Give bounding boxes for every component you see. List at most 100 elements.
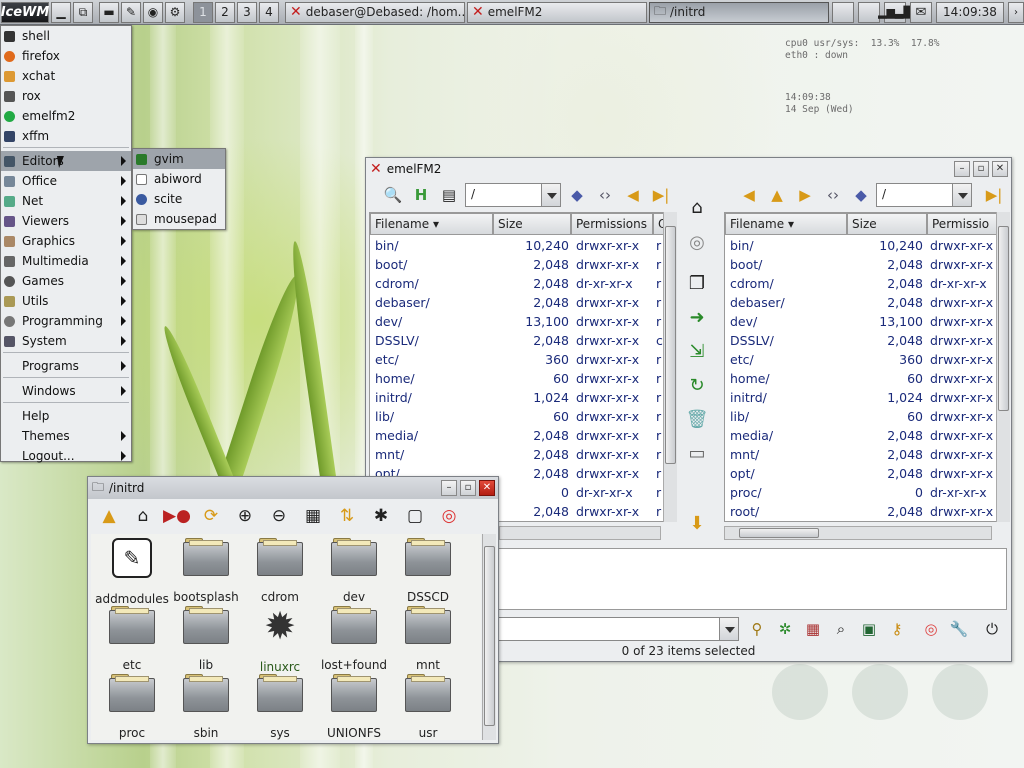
menu-item-xffm[interactable]: xffm — [1, 126, 131, 146]
history-icon[interactable]: ‹› — [594, 184, 616, 206]
right-history-icon[interactable]: ‹› — [822, 184, 844, 206]
close-button[interactable]: ✕ — [479, 480, 495, 496]
trash-icon[interactable]: 🗑 — [684, 406, 710, 432]
file-row[interactable]: etc/360 drwxr-xr-x r — [370, 350, 669, 369]
rox-file-area[interactable]: ✎ addmodules bootsplash cdrom dev DSSCD etc lib… — [91, 534, 481, 740]
search-icon[interactable]: ⌕ — [830, 618, 852, 640]
up-icon[interactable]: ▲ — [96, 504, 122, 528]
file-icon-item[interactable]: UNIONFS — [317, 674, 391, 740]
file-icon-item[interactable]: bootsplash — [169, 538, 243, 604]
file-row[interactable]: debaser/2,048 drwxr-xr-x r — [370, 293, 669, 312]
right-bookmarks-icon[interactable]: ◆ — [850, 184, 872, 206]
file-row[interactable]: initrd/1,024 drwxr-xr-x — [725, 388, 997, 407]
hidden-toggle-icon[interactable]: H — [410, 184, 432, 206]
download-icon[interactable]: ⬇ — [684, 510, 710, 536]
file-icon-item[interactable]: lost+found — [317, 606, 391, 672]
forward-end-icon[interactable]: ▶| — [650, 184, 672, 206]
file-icon-item[interactable]: lib — [169, 606, 243, 672]
home-icon[interactable]: ⌂ — [684, 194, 710, 220]
help-icon[interactable]: ◎ — [920, 618, 942, 640]
maximize-button[interactable]: ▫ — [973, 161, 989, 177]
file-icon-item[interactable]: proc — [95, 674, 169, 740]
refresh-icon[interactable]: ⟳ — [198, 504, 224, 528]
menu-item-logout[interactable]: Logout... — [1, 446, 131, 466]
menu-item-scite[interactable]: scite — [133, 189, 225, 209]
left-vertical-scrollbar[interactable] — [663, 212, 677, 522]
zoom-out-icon[interactable]: ⊖ — [266, 504, 292, 528]
zoom-in-icon[interactable]: ⊕ — [232, 504, 258, 528]
menu-item-rox[interactable]: rox — [1, 86, 131, 106]
workspace-4[interactable]: 4 — [259, 1, 279, 23]
file-row[interactable]: dev/13,100 drwxr-xr-x — [725, 312, 997, 331]
command-line-dropdown[interactable] — [719, 617, 739, 641]
network-icon[interactable]: ✲ — [774, 618, 796, 640]
right-horizontal-scrollbar[interactable] — [724, 526, 992, 540]
hidden-icon[interactable]: ✱ — [368, 504, 394, 528]
bookmarks-icon[interactable]: ▶● — [163, 504, 191, 528]
right-column-header-permissions[interactable]: Permissio — [927, 213, 997, 235]
home-icon[interactable]: ⌂ — [130, 504, 156, 528]
file-row[interactable]: home/60 drwxr-xr-x r — [370, 369, 669, 388]
menu-item-editors[interactable]: Editors — [1, 151, 131, 171]
scroll-thumb[interactable] — [739, 528, 819, 538]
link-icon[interactable]: ⇲ — [684, 338, 710, 364]
file-row[interactable]: boot/2,048 drwxr-xr-x r — [370, 255, 669, 274]
menu-item-net[interactable]: Net — [1, 191, 131, 211]
cpu-graph-icon[interactable]: ▂▆▃█ — [878, 1, 912, 23]
start-button[interactable]: IceWM — [1, 1, 49, 23]
column-header-filename[interactable]: Filename ▾ — [370, 213, 493, 235]
workspace-3[interactable]: 3 — [237, 1, 257, 23]
file-row[interactable]: mnt/2,048 drwxr-xr-x r — [370, 445, 669, 464]
back-icon[interactable]: ◀ — [622, 184, 644, 206]
menu-item-emelfm2[interactable]: emelfm2 — [1, 106, 131, 126]
rename-icon[interactable]: ↻ — [684, 372, 710, 398]
file-icon-item[interactable]: etc — [95, 606, 169, 672]
file-row[interactable]: boot/2,048 drwxr-xr-x — [725, 255, 997, 274]
right-forward-end-icon[interactable]: ▶| — [983, 184, 1005, 206]
menu-item-firefox[interactable]: firefox — [1, 46, 131, 66]
rox-titlebar[interactable]: 🗀 /initrd – ▫ ✕ — [88, 477, 498, 499]
task-terminal[interactable]: ✕ debaser@Debased: /hom... — [285, 1, 465, 23]
find-icon[interactable]: 🔍 — [382, 184, 404, 206]
editor-launcher-icon[interactable]: ✎ — [121, 1, 141, 23]
menu-item-abiword[interactable]: abiword — [133, 169, 225, 189]
file-row[interactable]: cdrom/2,048 dr-xr-xr-x r — [370, 274, 669, 293]
menu-item-games[interactable]: Games — [1, 271, 131, 291]
file-row[interactable]: DSSLV/2,048 drwxr-xr-x c — [370, 331, 669, 350]
right-path-dropdown[interactable] — [952, 183, 972, 207]
right-column-header-size[interactable]: Size — [847, 213, 927, 235]
up-icon[interactable]: ▲ — [766, 184, 788, 206]
file-icon-item[interactable]: usr — [391, 674, 465, 740]
mail-icon[interactable]: ✉ — [910, 1, 932, 23]
menu-item-programming[interactable]: Programming — [1, 311, 131, 331]
menu-item-themes[interactable]: Themes — [1, 426, 131, 446]
file-icon-item[interactable]: ✹ linuxrc — [243, 606, 317, 674]
menu-item-multimedia[interactable]: Multimedia — [1, 251, 131, 271]
left-path-input[interactable]: / — [465, 183, 551, 207]
file-icon-item[interactable]: sys — [243, 674, 317, 740]
terminal-icon[interactable]: ▣ — [858, 618, 880, 640]
right-file-pane[interactable]: Filename ▾ Size Permissio bin/10,240 drwx… — [724, 212, 998, 522]
menu-item-mousepad[interactable]: mousepad — [133, 209, 225, 229]
select-icon[interactable]: ▢ — [402, 504, 428, 528]
file-icon-item[interactable]: sbin — [169, 674, 243, 740]
file-row[interactable]: bin/10,240 drwxr-xr-x — [725, 236, 997, 255]
file-row[interactable]: proc/0 dr-xr-xr-x — [725, 483, 997, 502]
right-vertical-scrollbar[interactable] — [996, 212, 1010, 522]
file-row[interactable]: root/2,048 drwxr-xr-x — [725, 502, 997, 521]
menu-item-windows[interactable]: Windows — [1, 381, 131, 401]
menu-item-viewers[interactable]: Viewers — [1, 211, 131, 231]
quit-icon[interactable]: ⏻ — [981, 618, 1003, 640]
file-row[interactable]: debaser/2,048 drwxr-xr-x — [725, 293, 997, 312]
file-icon-item[interactable]: mnt — [391, 606, 465, 672]
minimize-button[interactable]: – — [441, 480, 457, 496]
taskbar-expand-icon[interactable]: › — [1008, 1, 1024, 23]
right-path-input[interactable]: / — [876, 183, 956, 207]
workspace-2[interactable]: 2 — [215, 1, 235, 23]
menu-item-graphics[interactable]: Graphics — [1, 231, 131, 251]
left-path-dropdown[interactable] — [541, 183, 561, 207]
file-icon-item[interactable]: dev — [317, 538, 391, 604]
file-icon-item[interactable]: cdrom — [243, 538, 317, 604]
task-emelfm2[interactable]: ✕ emelFM2 — [467, 1, 647, 23]
left-horizontal-scrollbar[interactable] — [499, 526, 661, 540]
